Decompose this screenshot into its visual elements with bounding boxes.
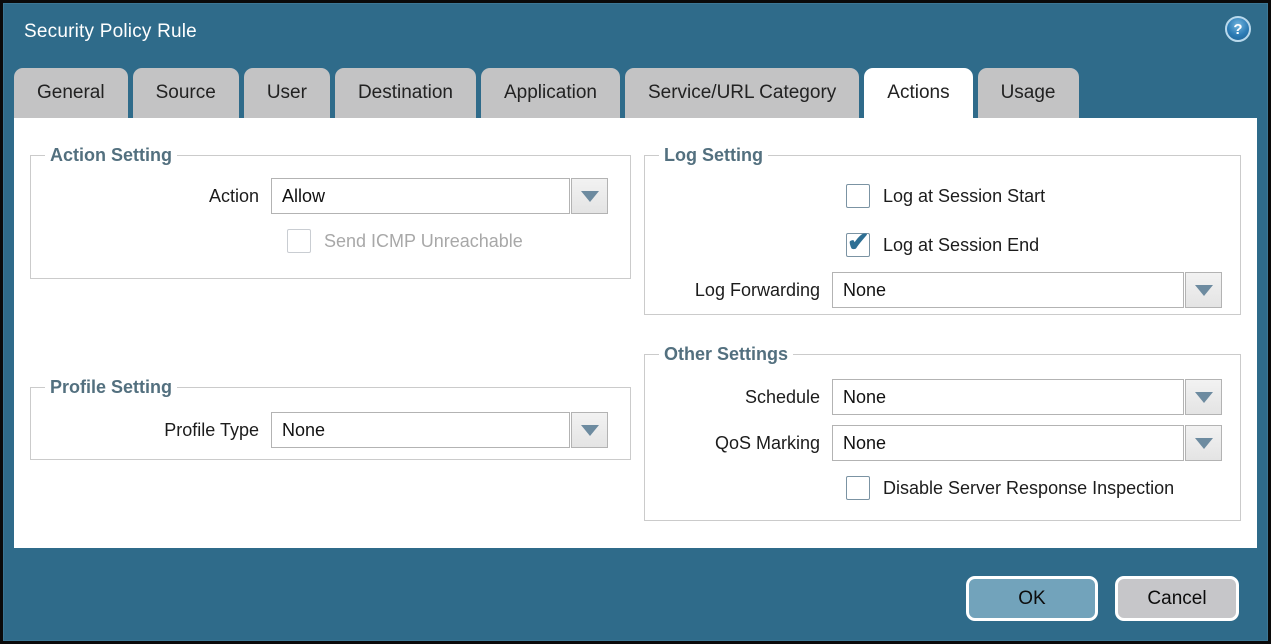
triangle-glyph (581, 425, 599, 436)
disable-server-response-inspection-checkbox[interactable] (846, 476, 870, 500)
send-icmp-checkbox[interactable] (287, 229, 311, 253)
log-session-end-label: Log at Session End (883, 235, 1039, 256)
qos-marking-label: QoS Marking (655, 433, 832, 454)
profile-type-row: Profile Type None (41, 412, 620, 448)
cancel-button[interactable]: Cancel (1115, 576, 1239, 621)
other-settings-legend: Other Settings (659, 344, 793, 365)
log-forwarding-dropdown-value[interactable]: None (832, 272, 1184, 308)
dialog-footer: OK Cancel (966, 576, 1239, 621)
tab-source[interactable]: Source (133, 68, 239, 118)
tab-usage[interactable]: Usage (978, 68, 1079, 118)
action-setting-section: Action Setting Action Allow Send ICMP Un… (30, 145, 631, 279)
send-icmp-label: Send ICMP Unreachable (324, 231, 523, 252)
log-setting-section: Log Setting Log at Session Start Log at … (644, 145, 1241, 315)
tab-destination[interactable]: Destination (335, 68, 476, 118)
log-session-end-row: Log at Session End (846, 233, 1230, 257)
profile-type-dropdown[interactable]: None (271, 412, 608, 448)
disable-server-response-inspection-label: Disable Server Response Inspection (883, 478, 1174, 499)
tab-service-url-category[interactable]: Service/URL Category (625, 68, 859, 118)
triangle-glyph (1195, 438, 1213, 449)
chevron-down-icon[interactable] (1185, 272, 1222, 308)
schedule-label: Schedule (655, 387, 832, 408)
schedule-row: Schedule None (655, 379, 1230, 415)
log-session-start-label: Log at Session Start (883, 186, 1045, 207)
action-dropdown-value[interactable]: Allow (271, 178, 570, 214)
schedule-dropdown-value[interactable]: None (832, 379, 1184, 415)
other-settings-section: Other Settings Schedule None QoS Marking… (644, 344, 1241, 521)
security-policy-rule-dialog: Security Policy Rule ? General Source Us… (0, 0, 1271, 644)
log-session-end-checkbox[interactable] (846, 233, 870, 257)
disable-server-response-inspection-row: Disable Server Response Inspection (846, 476, 1230, 500)
send-icmp-row: Send ICMP Unreachable (287, 229, 620, 253)
action-label: Action (41, 186, 271, 207)
dialog-titlebar: Security Policy Rule ? (3, 3, 1268, 65)
triangle-glyph (1195, 392, 1213, 403)
help-icon[interactable]: ? (1225, 16, 1251, 42)
action-setting-legend: Action Setting (45, 145, 177, 166)
triangle-glyph (581, 191, 599, 202)
qos-marking-dropdown[interactable]: None (832, 425, 1222, 461)
log-forwarding-dropdown[interactable]: None (832, 272, 1222, 308)
ok-button[interactable]: OK (966, 576, 1098, 621)
qos-marking-dropdown-value[interactable]: None (832, 425, 1184, 461)
chevron-down-icon[interactable] (571, 178, 608, 214)
tab-actions[interactable]: Actions (864, 68, 972, 118)
action-dropdown[interactable]: Allow (271, 178, 608, 214)
log-forwarding-row: Log Forwarding None (655, 272, 1230, 308)
tab-application[interactable]: Application (481, 68, 620, 118)
tab-user[interactable]: User (244, 68, 330, 118)
chevron-down-icon[interactable] (1185, 379, 1222, 415)
dialog-title: Security Policy Rule (24, 21, 197, 43)
action-row: Action Allow (41, 178, 620, 214)
tab-general[interactable]: General (14, 68, 128, 118)
log-session-start-checkbox[interactable] (846, 184, 870, 208)
actions-tab-panel: Action Setting Action Allow Send ICMP Un… (14, 118, 1257, 548)
log-setting-legend: Log Setting (659, 145, 768, 166)
profile-setting-section: Profile Setting Profile Type None (30, 377, 631, 460)
chevron-down-icon[interactable] (571, 412, 608, 448)
log-forwarding-label: Log Forwarding (655, 280, 832, 301)
tab-bar: General Source User Destination Applicat… (14, 68, 1079, 118)
schedule-dropdown[interactable]: None (832, 379, 1222, 415)
chevron-down-icon[interactable] (1185, 425, 1222, 461)
triangle-glyph (1195, 285, 1213, 296)
profile-setting-legend: Profile Setting (45, 377, 177, 398)
profile-type-label: Profile Type (41, 420, 271, 441)
qos-marking-row: QoS Marking None (655, 425, 1230, 461)
profile-type-dropdown-value[interactable]: None (271, 412, 570, 448)
log-session-start-row: Log at Session Start (846, 184, 1230, 208)
